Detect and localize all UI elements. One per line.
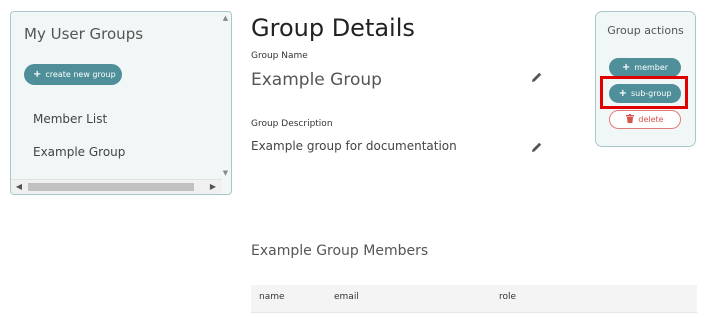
column-header-email[interactable]: email (334, 292, 359, 302)
plus-icon: + (33, 69, 42, 80)
members-section-title: Example Group Members (251, 243, 429, 259)
group-description-label: Group Description (251, 119, 333, 129)
delete-group-label: delete (638, 115, 664, 124)
group-item-member-list[interactable]: Member List (33, 112, 107, 126)
add-member-button[interactable]: + member (609, 58, 681, 77)
group-name-label: Group Name (251, 51, 308, 61)
scroll-down-icon[interactable]: ▼ (221, 169, 230, 178)
delete-group-button[interactable]: delete (609, 110, 681, 129)
scrollbar-thumb[interactable] (28, 183, 194, 191)
scroll-right-icon[interactable]: ▶ (207, 181, 219, 193)
edit-name-pencil-icon[interactable] (531, 71, 543, 83)
vertical-scrollbar[interactable]: ▲ ▼ (220, 12, 231, 180)
group-item-example-group[interactable]: Example Group (33, 145, 125, 159)
group-actions-title: Group actions (607, 24, 684, 37)
add-member-label: member (634, 63, 669, 72)
column-header-role[interactable]: role (499, 292, 516, 302)
scroll-left-icon[interactable]: ◀ (13, 181, 25, 193)
horizontal-scrollbar[interactable]: ◀ ▶ (11, 179, 222, 194)
trash-icon (626, 114, 635, 123)
sub-group-highlight-box (600, 76, 688, 109)
members-table-header: name email role (251, 285, 697, 313)
page-title: Group Details (251, 14, 415, 42)
user-groups-title: My User Groups (24, 25, 144, 43)
group-name-value: Example Group (251, 70, 382, 90)
group-description-value: Example group for documentation (251, 139, 457, 153)
scroll-up-icon[interactable]: ▲ (221, 14, 230, 23)
create-new-group-label: create new group (45, 70, 116, 79)
plus-icon: + (621, 62, 631, 73)
edit-description-pencil-icon[interactable] (531, 141, 543, 153)
create-new-group-button[interactable]: + create new group (24, 64, 122, 85)
column-header-name[interactable]: name (259, 292, 285, 302)
user-groups-panel: My User Groups + create new group Member … (10, 11, 232, 195)
